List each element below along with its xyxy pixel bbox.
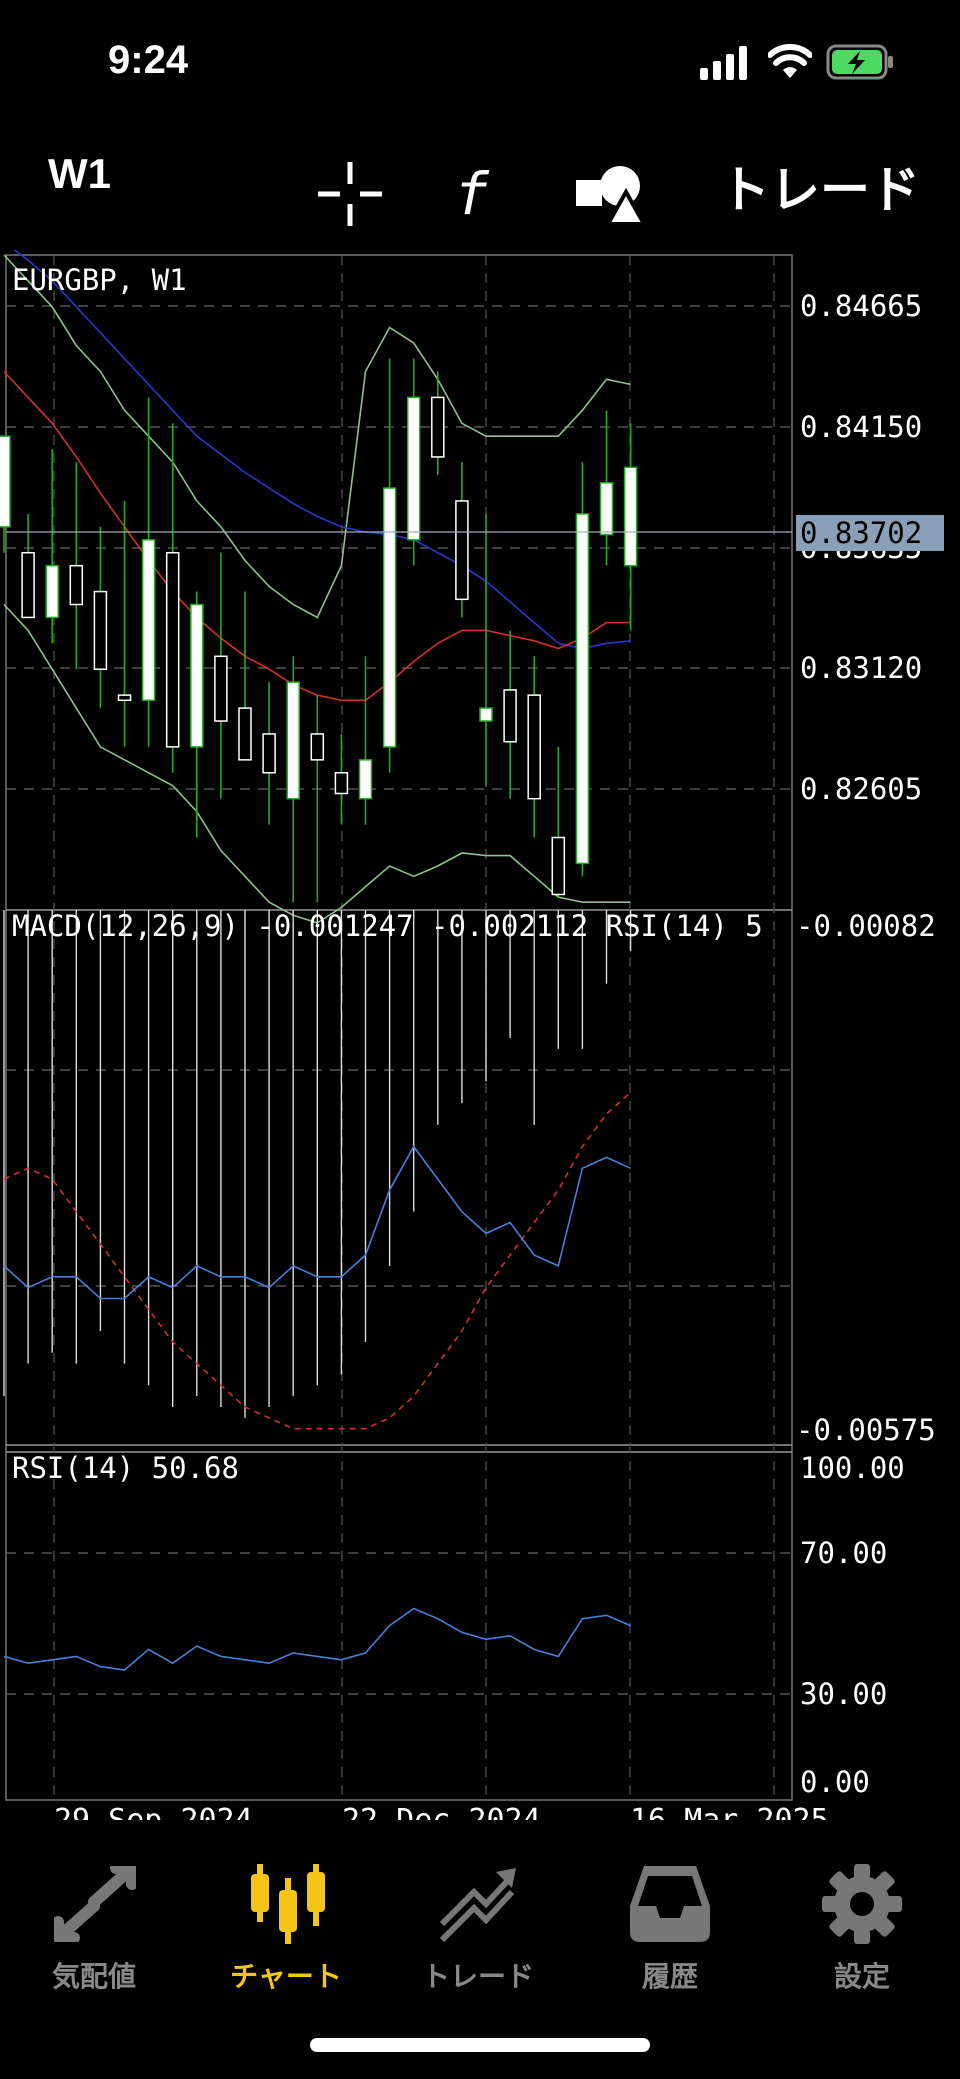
objects-icon[interactable]: [574, 162, 644, 226]
date-tick: 22 Dec 2024: [342, 1803, 541, 1820]
candle-bear: [334, 772, 349, 795]
tab-label: 気配値: [51, 1961, 136, 1992]
candle-bear: [214, 655, 228, 722]
function-icon[interactable]: f: [450, 162, 500, 226]
current-price-label: 0.83702: [800, 516, 922, 550]
candle-bull: [382, 487, 397, 748]
candle-bear: [262, 733, 276, 774]
macd-axis-top: -0.00082: [796, 909, 936, 943]
timeframe-button[interactable]: W1: [48, 150, 111, 198]
price-tick: 0.84150: [800, 410, 922, 444]
rsi-tick: 0.00: [800, 1765, 870, 1799]
macd-label: MACD(12,26,9) -0.001247 -0.002112 RSI(14…: [12, 909, 763, 943]
wifi-icon: [768, 44, 812, 78]
svg-text:f: f: [454, 162, 490, 226]
price-tick: 0.83120: [800, 651, 922, 685]
status-time: 9:24: [108, 38, 189, 82]
home-indicator: [310, 2038, 650, 2052]
trade-icon: [439, 1868, 516, 1943]
candle-bear: [93, 590, 108, 670]
chart-icon: [251, 1864, 325, 1944]
status-bar: 9:24: [0, 0, 960, 120]
macd-panel: [3, 910, 632, 1430]
rsi-panel: [3, 1607, 631, 1671]
price-panel: [0, 250, 638, 924]
battery-icon: [826, 44, 893, 80]
symbol-label: EURGBP, W1: [12, 263, 187, 297]
candle-bull: [406, 396, 421, 541]
tab-label: 履歴: [641, 1961, 698, 1992]
price-tick: 0.82605: [800, 772, 922, 806]
tab-history[interactable]: 履歴: [580, 1840, 760, 2010]
rsi-tick: 30.00: [800, 1677, 887, 1711]
candle-bull: [575, 513, 590, 865]
price-tick: 0.84665: [800, 289, 922, 323]
tab-bar: 気配値 チャート トレード 履歴 設定: [0, 1840, 960, 2030]
macd-axis-bottom: -0.00575: [796, 1413, 936, 1447]
signal-icon: [700, 46, 747, 80]
date-tick: 16 Mar 2025: [630, 1803, 829, 1820]
candle-bull: [141, 539, 156, 702]
rsi-tick: 100.00: [800, 1451, 905, 1485]
candle-bear: [551, 836, 566, 896]
candle-bear: [238, 707, 252, 761]
date-tick: 29 Sep 2024: [54, 1803, 253, 1820]
rsi-label: RSI(14) 50.68: [12, 1451, 239, 1485]
tab-label: トレード: [421, 1961, 534, 1992]
history-icon: [630, 1866, 710, 1942]
ma-blue-line: [13, 250, 631, 650]
rsi-tick: 70.00: [800, 1536, 887, 1570]
candle-bull: [45, 564, 59, 619]
crosshair-icon[interactable]: [318, 162, 382, 226]
tab-quotes[interactable]: 気配値: [4, 1840, 184, 2010]
rsi-line: [3, 1607, 631, 1671]
band-upper-line: [3, 254, 631, 619]
candle-bull: [479, 707, 493, 722]
tab-chart[interactable]: チャート: [196, 1840, 376, 2010]
quotes-icon: [54, 1866, 136, 1942]
tab-trade[interactable]: トレード: [388, 1840, 568, 2010]
candle-bull: [0, 435, 11, 528]
rsi-grid: [6, 1552, 792, 1695]
candle-bear: [69, 564, 84, 606]
candle-bull: [358, 759, 373, 800]
candle-bear: [117, 694, 132, 702]
tab-label: チャート: [230, 1961, 342, 1992]
candle-bull: [599, 482, 614, 536]
tab-settings[interactable]: 設定: [772, 1840, 952, 2010]
settings-icon: [822, 1864, 902, 1944]
candle-bull: [286, 681, 300, 800]
candle-bull: [623, 466, 638, 567]
candle-bear: [21, 551, 35, 619]
candle-bear: [165, 551, 180, 748]
candle-bear: [455, 500, 469, 601]
candle-bull: [190, 603, 204, 748]
candle-bear: [503, 689, 517, 743]
trade-button[interactable]: トレード: [720, 150, 920, 222]
candle-bear: [527, 694, 541, 800]
candle-bear: [310, 733, 325, 761]
current-price-tag: 0.83702: [796, 515, 944, 551]
chart-area[interactable]: EURGBP, W1 0.84665 0.84150 0.83635 0.831…: [0, 250, 960, 1820]
tab-label: 設定: [833, 1961, 890, 1992]
candle-bear: [431, 396, 445, 458]
chart-toolbar: W1 f トレード: [0, 120, 960, 250]
